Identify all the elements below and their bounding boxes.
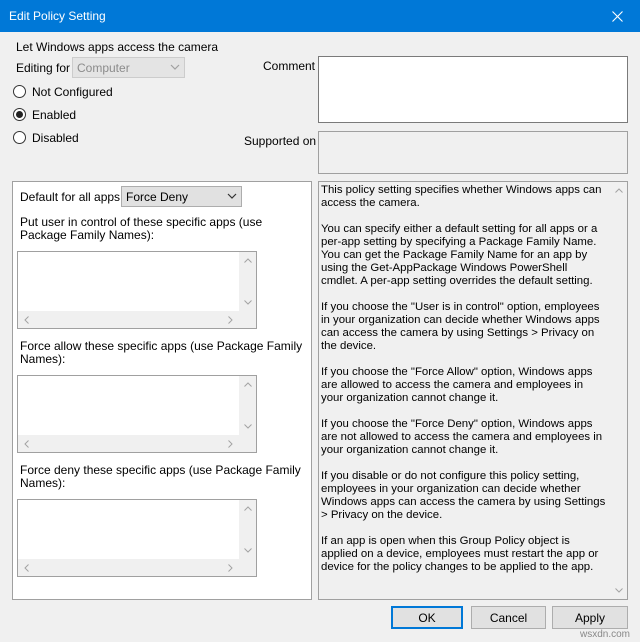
horizontal-scrollbar[interactable]: [18, 435, 239, 452]
chevron-up-icon: [243, 506, 252, 511]
chevron-up-icon: [243, 382, 252, 387]
default-for-all-apps-label: Default for all apps:: [20, 190, 124, 204]
help-text: This policy setting specifies whether Wi…: [321, 184, 607, 587]
scroll-right-arrow[interactable]: [222, 559, 239, 576]
force-deny-listbox[interactable]: [17, 499, 257, 577]
chevron-down-icon: [170, 64, 180, 70]
chevron-down-icon: [243, 424, 252, 429]
close-icon: [611, 10, 623, 22]
help-paragraph: If you choose the "Force Allow" option, …: [321, 366, 593, 404]
radio-disabled[interactable]: [13, 131, 26, 144]
help-paragraph: If you choose the "Force Deny" option, W…: [321, 418, 603, 456]
scroll-right-arrow[interactable]: [222, 435, 239, 452]
supported-on-label: Supported on: [244, 134, 317, 148]
chevron-right-icon: [228, 315, 233, 324]
editing-for-value: Computer: [77, 61, 130, 75]
scroll-up-arrow[interactable]: [239, 376, 256, 393]
comment-label: Comment: [263, 59, 316, 73]
window-title: Edit Policy Setting: [9, 9, 106, 23]
scroll-down-arrow[interactable]: [239, 418, 256, 435]
help-vertical-scrollbar[interactable]: [610, 182, 627, 599]
scroll-up-arrow[interactable]: [239, 252, 256, 269]
user-control-label: Put user in control of these specific ap…: [20, 215, 263, 242]
scroll-left-arrow[interactable]: [18, 435, 35, 452]
help-paragraph: If you choose the "User is in control" o…: [321, 301, 600, 352]
horizontal-scrollbar[interactable]: [18, 311, 239, 328]
scroll-down-arrow[interactable]: [610, 582, 627, 599]
help-paragraph: If you disable or do not configure this …: [321, 470, 606, 521]
chevron-down-icon: [243, 548, 252, 553]
scroll-up-arrow[interactable]: [239, 500, 256, 517]
default-for-all-apps-value: Force Deny: [126, 190, 189, 204]
help-panel: This policy setting specifies whether Wi…: [318, 181, 628, 600]
chevron-left-icon: [24, 439, 29, 448]
vertical-scrollbar[interactable]: [239, 376, 256, 435]
editing-for-dropdown[interactable]: Computer: [72, 57, 185, 78]
default-for-all-apps-dropdown[interactable]: Force Deny: [121, 186, 242, 207]
radio-enabled[interactable]: [13, 108, 26, 121]
scrollbar-corner: [239, 435, 256, 452]
scroll-left-arrow[interactable]: [18, 559, 35, 576]
user-control-listbox[interactable]: [17, 251, 257, 329]
chevron-down-icon: [227, 193, 237, 199]
scroll-left-arrow[interactable]: [18, 311, 35, 328]
supported-on-box: [318, 131, 628, 174]
chevron-down-icon: [614, 588, 623, 593]
force-allow-label: Force allow these specific apps (use Pac…: [20, 339, 303, 366]
radio-not-configured-label[interactable]: Not Configured: [32, 85, 113, 99]
cancel-button[interactable]: Cancel: [471, 606, 546, 629]
vertical-scrollbar[interactable]: [239, 500, 256, 559]
scroll-right-arrow[interactable]: [222, 311, 239, 328]
scrollbar-corner: [239, 559, 256, 576]
scroll-down-arrow[interactable]: [239, 294, 256, 311]
radio-disabled-label[interactable]: Disabled: [32, 131, 79, 145]
force-deny-label: Force deny these specific apps (use Pack…: [20, 463, 301, 490]
scroll-down-arrow[interactable]: [239, 542, 256, 559]
chevron-left-icon: [24, 315, 29, 324]
scrollbar-corner: [239, 311, 256, 328]
policy-name: Let Windows apps access the camera: [16, 40, 219, 54]
comment-textbox[interactable]: [318, 56, 628, 123]
close-button[interactable]: [594, 0, 640, 32]
editing-for-label: Editing for: [16, 61, 71, 75]
watermark: wsxdn.com: [580, 629, 631, 640]
help-paragraph: If an app is open when this Group Policy…: [321, 535, 599, 573]
chevron-right-icon: [228, 439, 233, 448]
chevron-up-icon: [614, 188, 623, 193]
chevron-right-icon: [228, 563, 233, 572]
scroll-up-arrow[interactable]: [610, 182, 627, 199]
options-panel: Default for all apps: Force Deny Put use…: [12, 181, 312, 600]
ok-button[interactable]: OK: [391, 606, 463, 629]
radio-not-configured[interactable]: [13, 85, 26, 98]
help-paragraph: This policy setting specifies whether Wi…: [321, 184, 602, 209]
chevron-down-icon: [243, 300, 252, 305]
apply-button[interactable]: Apply: [552, 606, 628, 629]
horizontal-scrollbar[interactable]: [18, 559, 239, 576]
chevron-left-icon: [24, 563, 29, 572]
radio-enabled-label[interactable]: Enabled: [32, 108, 76, 122]
vertical-scrollbar[interactable]: [239, 252, 256, 311]
force-allow-listbox[interactable]: [17, 375, 257, 453]
chevron-up-icon: [243, 258, 252, 263]
help-paragraph: You can specify either a default setting…: [321, 223, 598, 287]
title-bar: Edit Policy Setting: [0, 0, 640, 32]
